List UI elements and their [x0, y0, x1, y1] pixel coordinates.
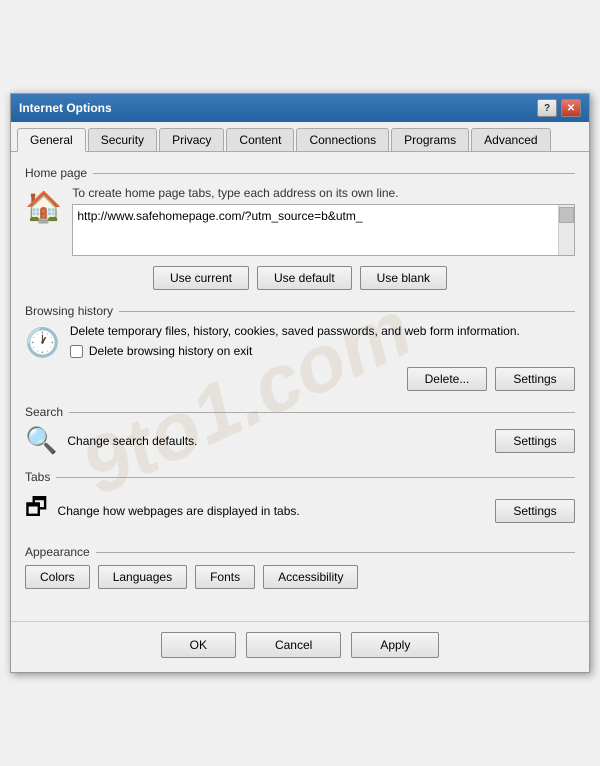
tabs-settings-button[interactable]: Settings: [495, 499, 575, 523]
tab-security[interactable]: Security: [88, 128, 157, 151]
title-bar-buttons: ? ✕: [537, 99, 581, 117]
history-right: Delete temporary files, history, cookies…: [70, 324, 575, 358]
homepage-section: Home page 🏠 To create home page tabs, ty…: [25, 166, 575, 290]
tabs-area: 🗗 Change how webpages are displayed in t…: [25, 490, 575, 531]
languages-button[interactable]: Languages: [98, 565, 187, 589]
homepage-buttons: Use current Use default Use blank: [25, 266, 575, 290]
colors-button[interactable]: Colors: [25, 565, 90, 589]
delete-button[interactable]: Delete...: [407, 367, 487, 391]
cancel-button[interactable]: Cancel: [246, 632, 341, 658]
use-blank-button[interactable]: Use blank: [360, 266, 447, 290]
accessibility-button[interactable]: Accessibility: [263, 565, 358, 589]
help-button[interactable]: ?: [537, 99, 557, 117]
history-area: 🕐 Delete temporary files, history, cooki…: [25, 324, 575, 359]
search-section-title: Search: [25, 405, 575, 419]
delete-on-exit-checkbox[interactable]: [70, 345, 83, 358]
homepage-area: 🏠 To create home page tabs, type each ad…: [25, 186, 575, 256]
tab-connections[interactable]: Connections: [296, 128, 389, 151]
homepage-right: To create home page tabs, type each addr…: [72, 186, 575, 256]
appearance-section-title: Appearance: [25, 545, 575, 559]
browsing-history-section: Browsing history 🕐 Delete temporary file…: [25, 304, 575, 391]
tab-advanced[interactable]: Advanced: [471, 128, 550, 151]
tab-privacy[interactable]: Privacy: [159, 128, 224, 151]
delete-on-exit-row: Delete browsing history on exit: [70, 344, 575, 358]
tab-general[interactable]: General: [17, 128, 86, 152]
history-icon: 🕐: [25, 326, 60, 359]
tabs-section: Tabs 🗗 Change how webpages are displayed…: [25, 470, 575, 531]
tab-content[interactable]: Content: [226, 128, 294, 151]
search-settings-button[interactable]: Settings: [495, 429, 575, 453]
window-title: Internet Options: [19, 101, 112, 115]
search-icon: 🔍: [25, 425, 57, 456]
tabs-bar: General Security Privacy Content Connect…: [11, 122, 589, 152]
scroll-thumb: [559, 207, 574, 223]
search-area: 🔍 Change search defaults. Settings: [25, 425, 575, 456]
history-description: Delete temporary files, history, cookies…: [70, 324, 575, 338]
main-content: 9to1.com Home page 🏠 To create home page…: [11, 152, 589, 617]
fonts-button[interactable]: Fonts: [195, 565, 255, 589]
home-icon: 🏠: [25, 190, 62, 225]
homepage-section-title: Home page: [25, 166, 575, 180]
delete-on-exit-label: Delete browsing history on exit: [89, 344, 252, 358]
homepage-description: To create home page tabs, type each addr…: [72, 186, 575, 200]
tabs-section-title: Tabs: [25, 470, 575, 484]
internet-options-window: Internet Options ? ✕ General Security Pr…: [10, 93, 590, 673]
url-wrapper: [72, 204, 575, 256]
url-scrollbar[interactable]: [558, 205, 574, 255]
use-current-button[interactable]: Use current: [153, 266, 249, 290]
appearance-buttons: Colors Languages Fonts Accessibility: [25, 565, 575, 589]
close-button[interactable]: ✕: [561, 99, 581, 117]
tabs-description: Change how webpages are displayed in tab…: [58, 504, 485, 518]
browsing-history-title: Browsing history: [25, 304, 575, 318]
url-input[interactable]: [73, 205, 558, 255]
ok-button[interactable]: OK: [161, 632, 236, 658]
history-settings-button[interactable]: Settings: [495, 367, 575, 391]
bottom-bar: OK Cancel Apply: [11, 621, 589, 672]
use-default-button[interactable]: Use default: [257, 266, 352, 290]
search-section: Search 🔍 Change search defaults. Setting…: [25, 405, 575, 456]
tab-programs[interactable]: Programs: [391, 128, 469, 151]
title-bar: Internet Options ? ✕: [11, 94, 589, 122]
history-buttons: Delete... Settings: [25, 367, 575, 391]
search-description: Change search defaults.: [67, 434, 485, 448]
appearance-section: Appearance Colors Languages Fonts Access…: [25, 545, 575, 589]
tabs-icon: 🗗: [25, 490, 48, 531]
apply-button[interactable]: Apply: [351, 632, 439, 658]
